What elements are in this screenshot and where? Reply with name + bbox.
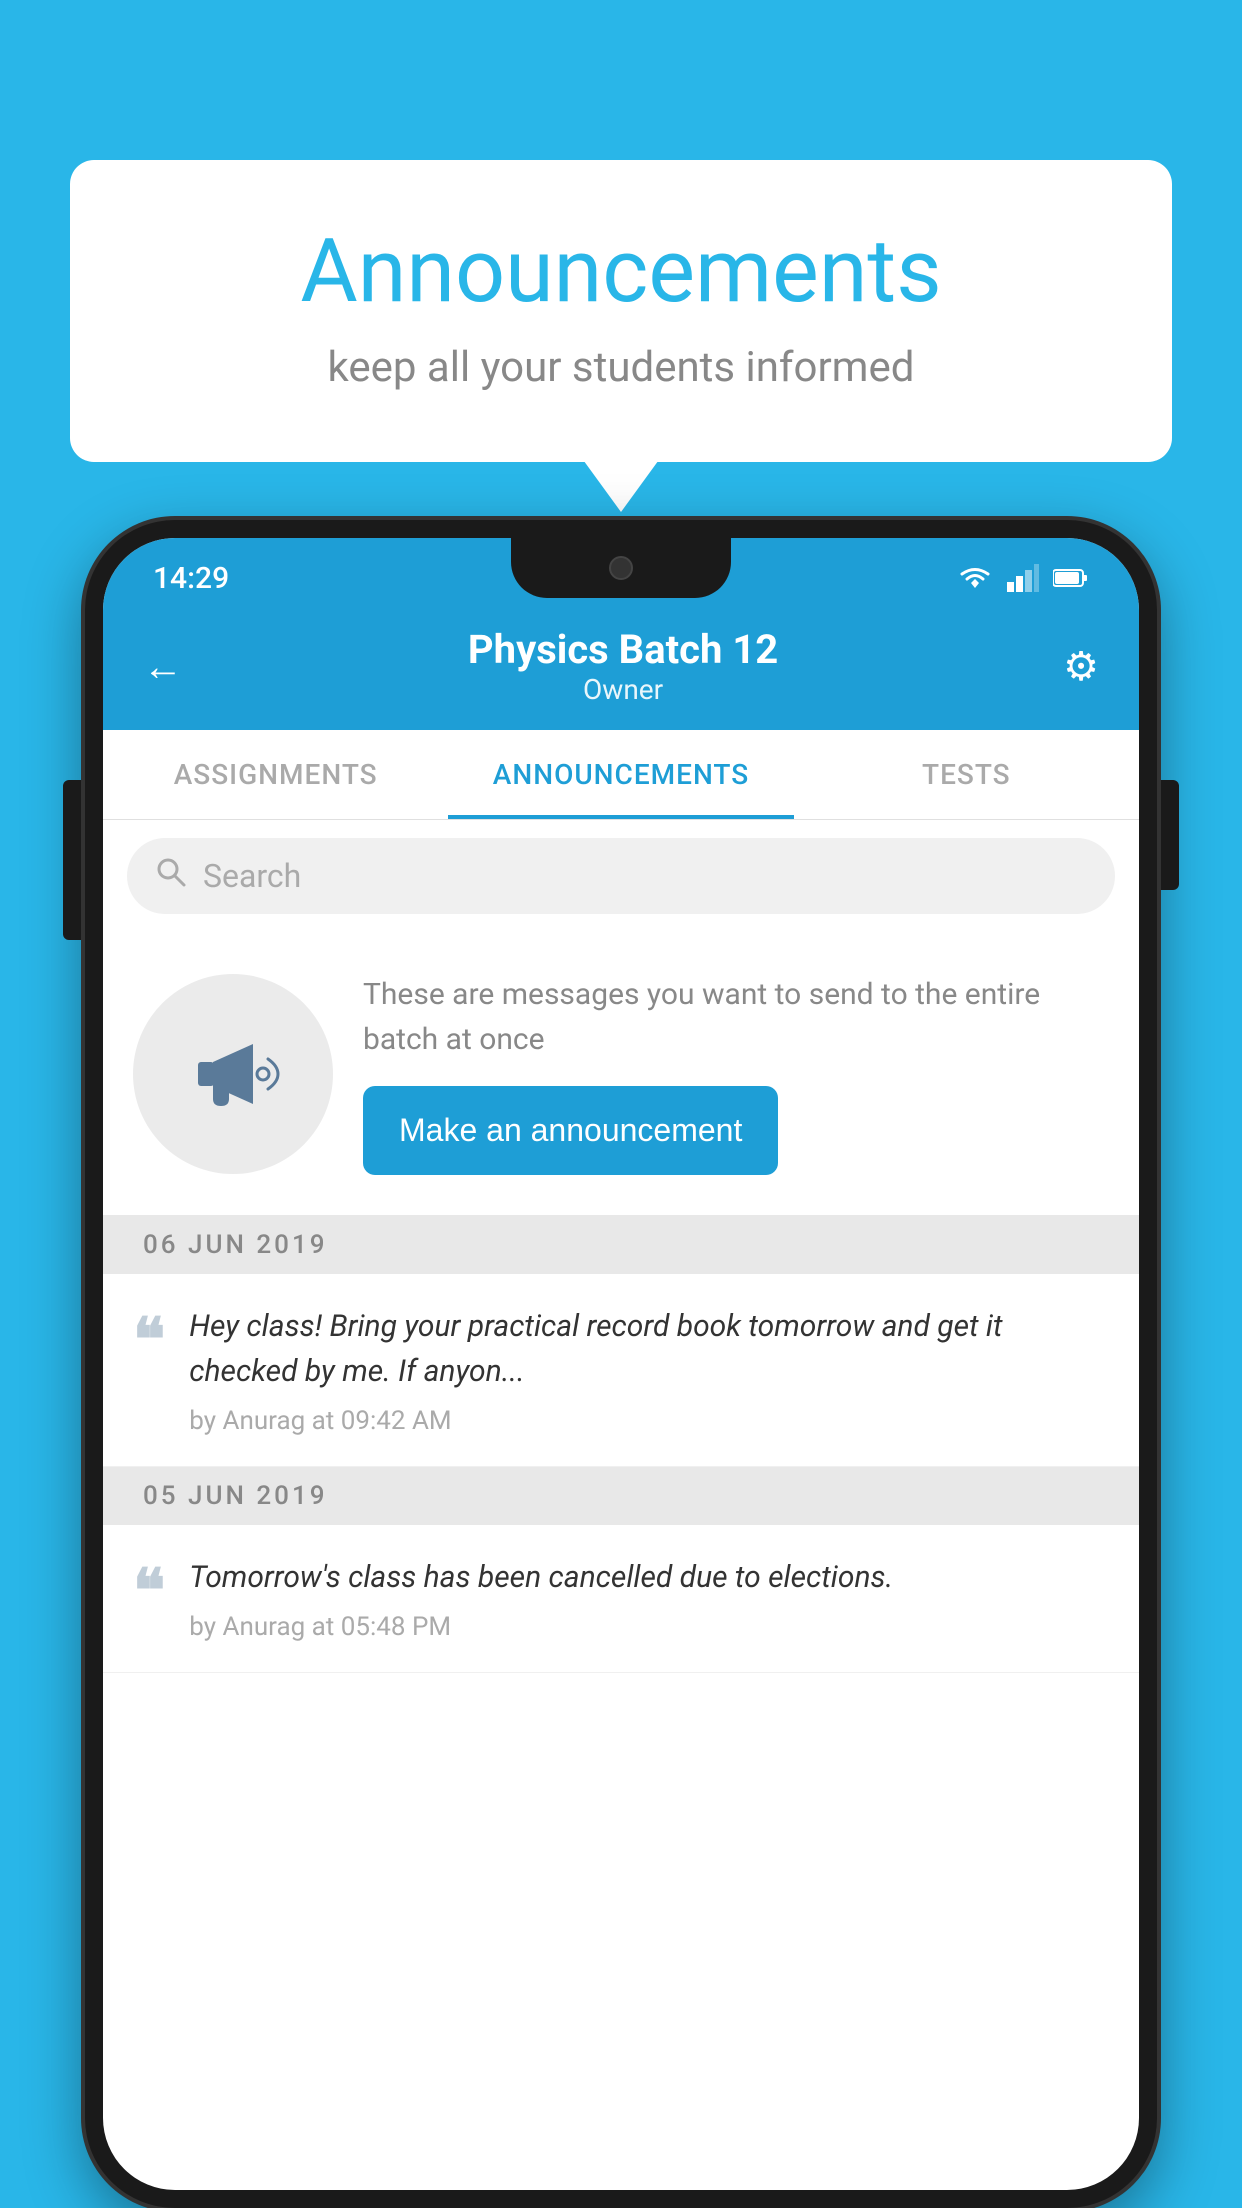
wifi-icon bbox=[957, 564, 993, 592]
search-placeholder: Search bbox=[203, 857, 301, 895]
settings-button[interactable]: ⚙ bbox=[1063, 643, 1099, 690]
date-separator-2: 05 JUN 2019 bbox=[103, 1467, 1139, 1525]
announcement-text-group-2: Tomorrow's class has been cancelled due … bbox=[189, 1555, 1109, 1642]
date-separator-1: 06 JUN 2019 bbox=[103, 1216, 1139, 1274]
app-header: ← Physics Batch 12 Owner ⚙ bbox=[103, 608, 1139, 730]
header-title-group: Physics Batch 12 Owner bbox=[183, 626, 1063, 706]
phone-outer: 14:29 bbox=[85, 520, 1157, 2208]
quote-icon-2: ❝ bbox=[133, 1561, 165, 1621]
tab-announcements[interactable]: ANNOUNCEMENTS bbox=[448, 730, 793, 819]
status-icons bbox=[957, 564, 1089, 592]
signal-icon bbox=[1007, 564, 1039, 592]
battery-icon bbox=[1053, 568, 1089, 588]
bubble-subtitle: keep all your students informed bbox=[150, 343, 1092, 392]
search-container: Search bbox=[103, 820, 1139, 932]
announcement-icon-circle bbox=[133, 974, 333, 1174]
promo-text-group: These are messages you want to send to t… bbox=[363, 972, 1109, 1175]
announcement-text-2: Tomorrow's class has been cancelled due … bbox=[189, 1555, 1109, 1600]
phone-container: 14:29 bbox=[85, 520, 1157, 2208]
tab-assignments[interactable]: ASSIGNMENTS bbox=[103, 730, 448, 819]
announcement-meta-1: by Anurag at 09:42 AM bbox=[189, 1406, 1109, 1436]
announcement-item-2[interactable]: ❝ Tomorrow's class has been cancelled du… bbox=[103, 1525, 1139, 1673]
quote-icon-1: ❝ bbox=[133, 1310, 165, 1370]
announcement-item-1[interactable]: ❝ Hey class! Bring your practical record… bbox=[103, 1274, 1139, 1467]
search-bar[interactable]: Search bbox=[127, 838, 1115, 914]
status-time: 14:29 bbox=[153, 561, 229, 596]
speech-bubble-section: Announcements keep all your students inf… bbox=[70, 160, 1172, 462]
phone-content: 14:29 bbox=[103, 538, 1139, 2190]
tabs-container: ASSIGNMENTS ANNOUNCEMENTS TESTS bbox=[103, 730, 1139, 820]
promo-card: These are messages you want to send to t… bbox=[103, 932, 1139, 1216]
make-announcement-button[interactable]: Make an announcement bbox=[363, 1086, 778, 1175]
search-icon bbox=[155, 856, 187, 896]
header-subtitle: Owner bbox=[183, 673, 1063, 706]
back-button[interactable]: ← bbox=[143, 643, 183, 690]
phone-screen: 14:29 bbox=[103, 538, 1139, 2190]
phone-notch bbox=[511, 538, 731, 598]
tab-tests[interactable]: TESTS bbox=[794, 730, 1139, 819]
promo-description: These are messages you want to send to t… bbox=[363, 972, 1109, 1062]
camera-dot bbox=[609, 556, 633, 580]
megaphone-icon bbox=[183, 1024, 283, 1124]
speech-bubble: Announcements keep all your students inf… bbox=[70, 160, 1172, 462]
announcement-meta-2: by Anurag at 05:48 PM bbox=[189, 1612, 1109, 1642]
announcement-text-1: Hey class! Bring your practical record b… bbox=[189, 1304, 1109, 1394]
header-title: Physics Batch 12 bbox=[183, 626, 1063, 673]
announcement-text-group-1: Hey class! Bring your practical record b… bbox=[189, 1304, 1109, 1436]
bubble-title: Announcements bbox=[150, 220, 1092, 323]
